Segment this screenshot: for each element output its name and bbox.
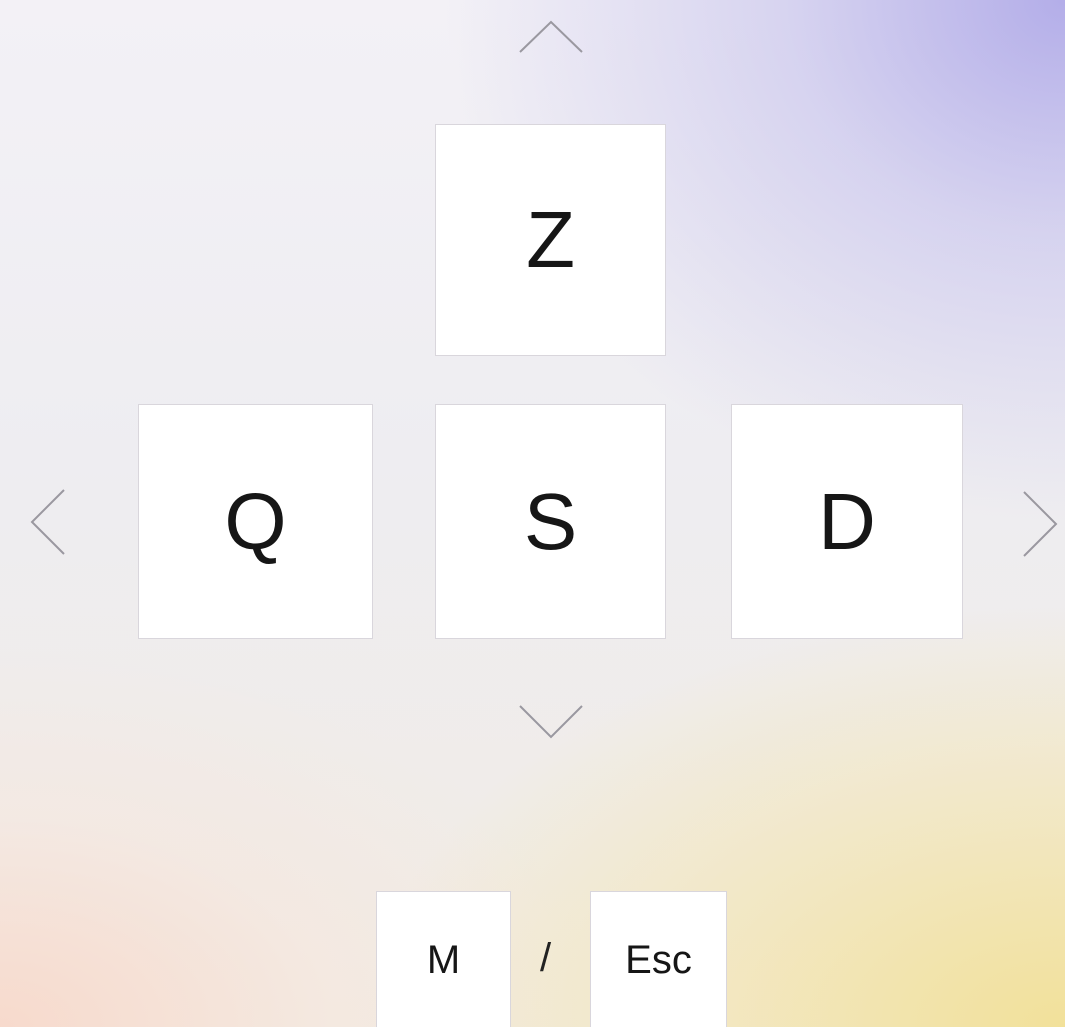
key-left-label: Q [224, 476, 287, 566]
chevron-right-icon[interactable] [1022, 490, 1060, 558]
chevron-left-icon[interactable] [28, 488, 66, 556]
key-separator: / [540, 936, 552, 980]
escape-key-label: Esc [625, 937, 692, 982]
key-up-label: Z [526, 195, 575, 284]
key-down-label: S [523, 476, 578, 566]
key-left[interactable]: Q [138, 404, 373, 639]
menu-key[interactable]: M [376, 891, 511, 1027]
chevron-down-icon[interactable] [518, 703, 584, 741]
menu-key-label: M [426, 937, 461, 982]
chevron-up-icon[interactable] [518, 18, 584, 54]
escape-key[interactable]: Esc [590, 891, 727, 1027]
key-up[interactable]: Z [435, 124, 666, 356]
key-right-label: D [818, 476, 876, 566]
key-right[interactable]: D [731, 404, 963, 639]
key-down[interactable]: S [435, 404, 666, 639]
